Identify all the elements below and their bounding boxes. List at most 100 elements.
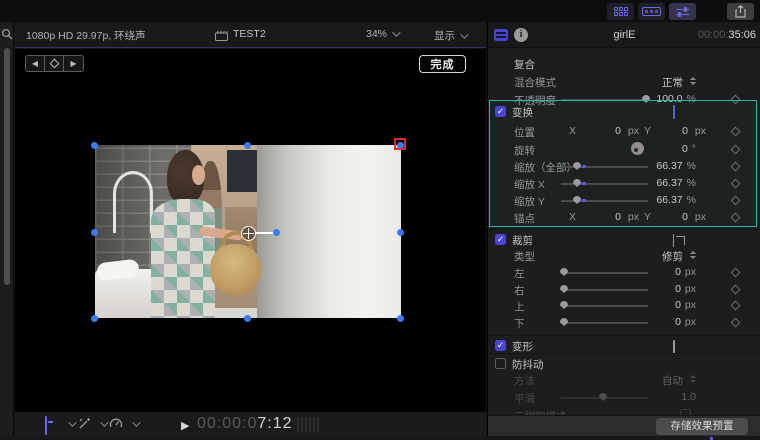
browser-button[interactable] bbox=[607, 3, 634, 20]
slider-thumb[interactable] bbox=[560, 301, 568, 309]
crop-top-slider[interactable] bbox=[561, 305, 648, 307]
keyframe-button[interactable] bbox=[731, 161, 741, 171]
prev-keyframe-button[interactable]: ◀ bbox=[26, 56, 45, 71]
slider-thumb[interactable] bbox=[573, 179, 581, 187]
slider-thumb[interactable] bbox=[560, 285, 568, 293]
keyframe-button[interactable] bbox=[731, 284, 741, 294]
retime-dropdown[interactable] bbox=[109, 417, 123, 430]
y-value-field[interactable]: 0 bbox=[682, 125, 688, 137]
keyframe-button[interactable] bbox=[731, 144, 741, 154]
value-field[interactable]: 0 bbox=[675, 299, 681, 311]
enhancements-dropdown[interactable] bbox=[78, 417, 91, 430]
audio-meters[interactable] bbox=[297, 417, 319, 432]
keyframe-button[interactable] bbox=[731, 195, 741, 205]
crop-type-popup[interactable]: 修剪 bbox=[662, 249, 696, 264]
zoom-level-dropdown[interactable]: 34% bbox=[366, 28, 398, 40]
add-keyframe-button[interactable] bbox=[45, 56, 64, 71]
rotation-handle[interactable] bbox=[273, 229, 280, 236]
value-field[interactable]: 0 bbox=[675, 283, 681, 295]
search-icon[interactable] bbox=[1, 28, 13, 40]
timeline-edge bbox=[0, 436, 760, 440]
keyframe-button[interactable] bbox=[731, 212, 741, 222]
viewer-canvas[interactable]: ◀ ▶ 完成 bbox=[15, 49, 486, 411]
keyframe-nav: ◀ ▶ bbox=[25, 55, 84, 72]
inspector-toggle-button[interactable] bbox=[669, 3, 696, 20]
done-button[interactable]: 完成 bbox=[419, 55, 466, 73]
x-value-field[interactable]: 0 bbox=[615, 125, 621, 137]
y-label: Y bbox=[644, 211, 651, 223]
handle-bottom-center[interactable] bbox=[244, 315, 251, 322]
value-field[interactable]: 66.37 bbox=[656, 194, 682, 206]
chevron-down-icon[interactable] bbox=[100, 418, 108, 426]
display-label: 显示 bbox=[434, 30, 455, 42]
timecode-dim: 00:00: bbox=[698, 29, 729, 41]
section-title: 变形 bbox=[512, 339, 533, 354]
section-compositing: 复合 bbox=[488, 55, 760, 72]
timecode-bright: 7:12 bbox=[257, 415, 292, 432]
row-scale-all: 缩放（全部） 66.37% bbox=[488, 158, 760, 175]
crop-mode-button[interactable] bbox=[673, 234, 674, 246]
keyframe-button[interactable] bbox=[731, 126, 741, 136]
stepper-icon bbox=[690, 251, 696, 264]
handle-top-left[interactable] bbox=[91, 142, 98, 149]
keyframe-button[interactable] bbox=[731, 178, 741, 188]
keyframe-button[interactable] bbox=[731, 267, 741, 277]
chevron-down-icon[interactable] bbox=[68, 418, 76, 426]
x-unit: px bbox=[628, 211, 639, 223]
section-title: 防抖动 bbox=[512, 357, 544, 372]
save-effects-preset-button[interactable]: 存储效果预置 bbox=[656, 418, 748, 435]
slider-thumb[interactable] bbox=[560, 268, 568, 276]
handle-mid-right[interactable] bbox=[397, 229, 404, 236]
value-field[interactable]: 0 bbox=[675, 266, 681, 278]
display-dropdown[interactable]: 显示 bbox=[434, 28, 466, 43]
next-keyframe-button[interactable]: ▶ bbox=[64, 56, 83, 71]
handle-top-center[interactable] bbox=[244, 142, 251, 149]
play-button[interactable]: ▶ bbox=[181, 419, 189, 432]
project-name: TEST2 bbox=[233, 28, 266, 40]
crop-bottom-slider[interactable] bbox=[561, 322, 648, 324]
crop-checkbox[interactable]: ✓ bbox=[495, 234, 506, 245]
share-button[interactable] bbox=[727, 3, 754, 20]
chevron-down-icon[interactable] bbox=[132, 418, 140, 426]
transform-mode-button[interactable] bbox=[673, 106, 675, 118]
value-field: 1.0 bbox=[681, 391, 696, 403]
handle-mid-left[interactable] bbox=[91, 229, 98, 236]
scale-y-slider[interactable] bbox=[561, 200, 648, 202]
slider-thumb[interactable] bbox=[573, 196, 581, 204]
x-label: X bbox=[569, 211, 576, 223]
row-stab-smoothing: 平滑 1.0 bbox=[488, 389, 760, 406]
anchor-point-target[interactable] bbox=[241, 226, 256, 241]
blend-mode-popup[interactable]: 正常 bbox=[662, 75, 696, 90]
x-value-field[interactable]: 0 bbox=[615, 211, 621, 223]
stabilization-checkbox[interactable] bbox=[495, 358, 506, 369]
distort-checkbox[interactable]: ✓ bbox=[495, 340, 506, 351]
value-field[interactable]: 0 bbox=[682, 143, 688, 155]
transform-checkbox[interactable]: ✓ bbox=[495, 106, 506, 117]
section-title: 变换 bbox=[512, 105, 533, 120]
crop-right-slider[interactable] bbox=[561, 289, 648, 291]
rotation-dial[interactable] bbox=[631, 142, 644, 155]
retime-gauge-icon bbox=[109, 417, 123, 430]
popup-value: 正常 bbox=[662, 75, 683, 90]
keyframe-button[interactable] bbox=[731, 317, 741, 327]
crop-left-slider[interactable] bbox=[561, 272, 648, 274]
slider-thumb[interactable] bbox=[560, 318, 568, 326]
handle-bottom-right[interactable] bbox=[397, 315, 404, 322]
value-field[interactable]: 66.37 bbox=[656, 160, 682, 172]
handle-bottom-left[interactable] bbox=[91, 315, 98, 322]
timeline-index-button[interactable] bbox=[638, 3, 665, 20]
value-field[interactable]: 0 bbox=[675, 316, 681, 328]
scale-all-slider[interactable] bbox=[561, 166, 648, 168]
scrollbar[interactable] bbox=[4, 48, 10, 285]
bed-headboard bbox=[113, 171, 153, 233]
crop-tool-dropdown[interactable] bbox=[45, 417, 47, 435]
unit-label: px bbox=[685, 283, 696, 295]
corner-selection-marker bbox=[394, 138, 406, 150]
distort-mode-button[interactable] bbox=[673, 341, 675, 353]
row-crop-left: 左 0px bbox=[488, 264, 760, 281]
slider-tick bbox=[582, 165, 586, 168]
keyframe-button[interactable] bbox=[731, 300, 741, 310]
scale-x-slider[interactable] bbox=[561, 183, 648, 185]
value-field[interactable]: 66.37 bbox=[656, 177, 682, 189]
y-value-field[interactable]: 0 bbox=[682, 211, 688, 223]
